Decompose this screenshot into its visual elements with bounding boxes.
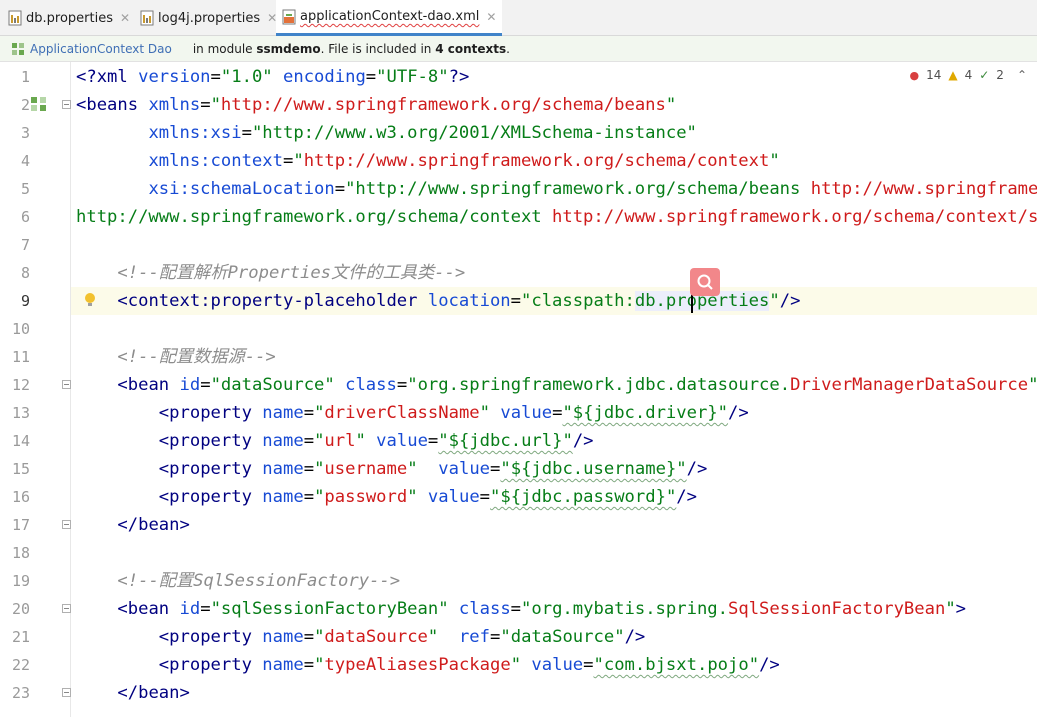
line-number[interactable]: 5 [0, 175, 30, 203]
line-number[interactable]: 20 [0, 595, 30, 623]
application-context-link[interactable]: ApplicationContext Dao [30, 42, 172, 56]
line-number[interactable]: 3 [0, 119, 30, 147]
line-number[interactable]: 23 [0, 679, 30, 707]
line-number[interactable]: 8 [0, 259, 30, 287]
tab-applicationcontext-dao[interactable]: applicationContext-dao.xml ✕ [276, 0, 503, 36]
properties-file-icon [140, 10, 154, 26]
tab-db-properties[interactable]: db.properties ✕ [8, 0, 130, 36]
chevron-up-icon[interactable]: ⌃ [1017, 68, 1027, 82]
line-number[interactable]: 14 [0, 427, 30, 455]
line-number[interactable]: 2 [0, 91, 30, 119]
inspection-widget[interactable]: ● 14 ▲ 4 ✓ 2 ⌃ [909, 68, 1027, 82]
tab-label: applicationContext-dao.xml [300, 9, 480, 24]
code-line-4: xmlns:context="http://www.springframewor… [148, 151, 780, 171]
line-number[interactable]: 9 [0, 287, 30, 315]
floating-search-button[interactable] [690, 268, 720, 296]
editor-tab-bar: db.properties ✕ log4j.properties ✕ appli… [0, 0, 1037, 36]
context-info-message: in module ssmdemo. File is included in 4… [192, 41, 510, 56]
line-number[interactable]: 1 [0, 63, 30, 91]
context-info-bar: ApplicationContext Dao in module ssmdemo… [0, 36, 1037, 62]
code-line-21: <property name="dataSource" ref="dataSou… [158, 627, 646, 647]
code-line-23: </bean> [117, 683, 190, 703]
code-line-16: <property name="password" value="${jdbc.… [158, 487, 697, 507]
code-line-15: <property name="username" value="${jdbc.… [158, 459, 708, 479]
code-line-5: xsi:schemaLocation="http://www.springfra… [148, 179, 1037, 199]
code-line-12: <bean id="dataSource" class="org.springf… [117, 375, 1037, 395]
line-number[interactable]: 17 [0, 511, 30, 539]
properties-file-icon [8, 10, 22, 26]
error-icon: ● [909, 68, 920, 82]
spring-bean-gutter-icon[interactable] [30, 96, 48, 116]
typo-count: 2 [996, 68, 1004, 82]
tab-log4j-properties[interactable]: log4j.properties ✕ [140, 0, 277, 36]
typo-icon: ✓ [979, 68, 990, 82]
warning-count: 4 [964, 68, 973, 82]
code-line-8: <!--配置解析Properties文件的工具类--> [117, 263, 466, 283]
fold-expand-icon[interactable] [62, 380, 71, 389]
code-line-11: <!--配置数据源--> [117, 347, 276, 367]
line-number[interactable]: 22 [0, 651, 30, 679]
xml-file-icon [282, 9, 296, 25]
error-count: 14 [926, 68, 942, 82]
code-line-14: <property name="url" value="${jdbc.url}"… [158, 431, 594, 451]
fold-expand-icon[interactable] [62, 604, 71, 613]
line-number[interactable]: 15 [0, 455, 30, 483]
fold-expand-icon[interactable] [62, 100, 71, 109]
code-line-3: xmlns:xsi="http://www.w3.org/2001/XMLSch… [148, 123, 697, 143]
fold-end-icon[interactable] [62, 520, 71, 529]
spring-context-icon [11, 42, 25, 59]
line-number[interactable]: 16 [0, 483, 30, 511]
code-line-19: <!--配置SqlSessionFactory--> [117, 571, 401, 591]
line-number[interactable]: 10 [0, 315, 30, 343]
line-number[interactable]: 6 [0, 203, 30, 231]
tab-label: log4j.properties [158, 10, 261, 26]
line-number[interactable]: 19 [0, 567, 30, 595]
code-editor[interactable]: <?xml version="1.0" encoding="UTF-8"?> <… [76, 62, 1037, 717]
line-number[interactable]: 21 [0, 623, 30, 651]
search-icon [696, 273, 714, 295]
close-icon[interactable]: ✕ [486, 10, 496, 24]
module-name: ssmdemo [256, 41, 321, 56]
line-number[interactable]: 13 [0, 399, 30, 427]
line-number[interactable]: 11 [0, 343, 30, 371]
code-line-22: <property name="typeAliasesPackage" valu… [158, 655, 780, 675]
contexts-count[interactable]: 4 contexts [435, 42, 506, 56]
line-number[interactable]: 18 [0, 539, 30, 567]
code-line-20: <bean id="sqlSessionFactoryBean" class="… [117, 599, 967, 619]
code-line-1: <?xml version="1.0" encoding="UTF-8"?> [76, 67, 470, 87]
tab-label: db.properties [26, 10, 113, 26]
fold-end-icon[interactable] [62, 688, 71, 697]
line-gutter: 1 2 3 4 5 6 7 8 9 10 11 12 13 14 15 16 17 18 19 20 21 22 23 [0, 62, 71, 717]
code-line-2: <beans xmlns="http://www.springframework… [76, 95, 677, 115]
code-line-6: http://www.springframework.org/schema/co… [76, 207, 1037, 227]
code-line-17: </bean> [117, 515, 190, 535]
line-number[interactable]: 12 [0, 371, 30, 399]
line-number[interactable]: 4 [0, 147, 30, 175]
close-icon[interactable]: ✕ [120, 11, 130, 25]
line-number[interactable]: 7 [0, 231, 30, 259]
warning-icon: ▲ [948, 68, 958, 82]
code-line-13: <property name="driverClassName" value="… [158, 403, 749, 423]
